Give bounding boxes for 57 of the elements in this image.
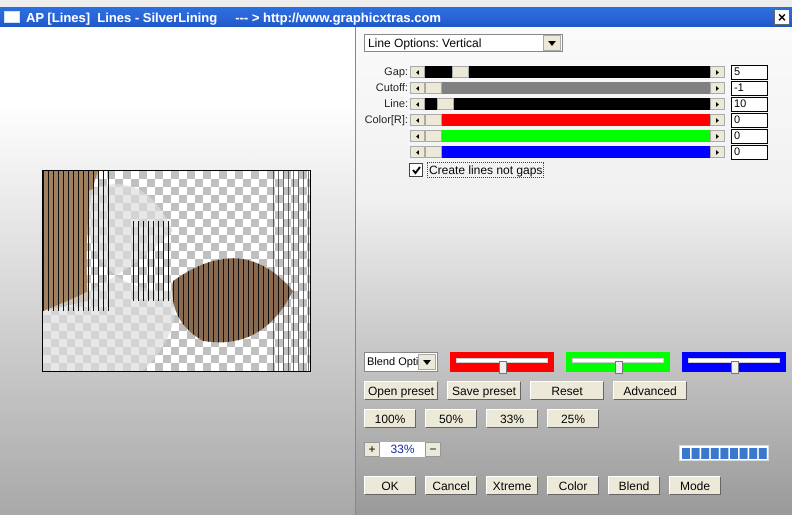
slider[interactable] [410, 146, 725, 158]
left-arrow-icon[interactable] [416, 150, 419, 154]
line-options-dropdown[interactable]: Line Options: Vertical [364, 34, 563, 52]
right-arrow-icon[interactable] [716, 102, 719, 106]
slider-label: Color[R]: [364, 114, 408, 126]
value-field[interactable]: 0 [731, 144, 768, 160]
value-field[interactable]: 0 [731, 112, 768, 128]
right-arrow-icon[interactable] [716, 118, 719, 122]
blend-slider[interactable] [566, 352, 670, 372]
right-arrow-icon[interactable] [716, 70, 719, 74]
dialog-button[interactable]: Cancel [425, 476, 477, 495]
zoom-button[interactable]: 33% [486, 409, 538, 428]
left-arrow-icon[interactable] [416, 70, 419, 74]
dropdown-arrow-icon [423, 360, 431, 364]
preset-button[interactable]: Reset [530, 381, 604, 400]
slider[interactable] [410, 114, 725, 126]
close-button[interactable]: × [774, 9, 790, 25]
window-icon [4, 11, 20, 23]
blend-options-dropdown[interactable]: Blend Opti [364, 352, 438, 372]
value-field[interactable]: 10 [731, 96, 768, 112]
right-arrow-icon[interactable] [716, 150, 719, 154]
blend-slider[interactable] [682, 352, 786, 372]
dialog-button[interactable]: Xtreme [486, 476, 538, 495]
zoom-button[interactable]: 25% [547, 409, 599, 428]
checkmark-icon [412, 166, 420, 174]
value-field[interactable]: -1 [731, 80, 768, 96]
left-arrow-icon[interactable] [416, 118, 419, 122]
right-arrow-icon[interactable] [716, 134, 719, 138]
left-arrow-icon[interactable] [416, 102, 419, 106]
zoom-button[interactable]: 100% [364, 409, 416, 428]
slider[interactable] [410, 66, 725, 78]
zoom-field[interactable]: 33% [380, 442, 425, 456]
preset-button[interactable]: Open preset [364, 381, 438, 400]
left-arrow-icon[interactable] [416, 86, 419, 90]
dialog-button[interactable]: Color [547, 476, 599, 495]
preset-button[interactable]: Save preset [447, 381, 521, 400]
create-lines-checkbox[interactable]: Create lines not gaps [409, 162, 786, 178]
dialog-button[interactable]: Blend [608, 476, 660, 495]
zoom-button[interactable]: 50% [425, 409, 477, 428]
right-arrow-icon[interactable] [716, 86, 719, 90]
slider[interactable] [410, 130, 725, 142]
slider-label: Cutoff: [374, 82, 408, 94]
window-title: AP [Lines] Lines - SilverLining --- > http://www.graphicxtras.com [26, 10, 442, 24]
dialog-button[interactable]: OK [364, 476, 416, 495]
value-field[interactable]: 0 [731, 128, 768, 144]
dropdown-arrow-icon [548, 40, 556, 46]
dialog-button[interactable]: Mode [669, 476, 721, 495]
left-arrow-icon[interactable] [416, 134, 419, 138]
preset-button[interactable]: Advanced [613, 381, 687, 400]
zoom-in-button[interactable]: + [364, 442, 380, 456]
value-field[interactable]: 5 [731, 64, 768, 80]
blend-slider[interactable] [450, 352, 554, 372]
slider[interactable] [410, 98, 725, 110]
slider-label: Line: [383, 98, 408, 110]
slider-label: Gap: [383, 66, 408, 78]
slider[interactable] [410, 82, 725, 94]
zoom-out-button[interactable]: − [425, 442, 441, 456]
